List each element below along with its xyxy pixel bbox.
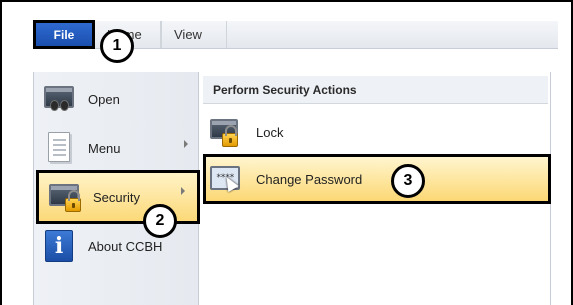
chevron-right-icon [181, 187, 185, 195]
chevron-right-icon [184, 140, 188, 148]
callout-2: 2 [143, 204, 177, 238]
menu-item-menu[interactable]: Menu [34, 126, 200, 170]
menu-item-security-label: Security [93, 189, 140, 205]
info-icon: i [42, 229, 76, 263]
action-change-password-label: Change Password [256, 171, 363, 187]
action-lock[interactable]: Lock [206, 110, 551, 154]
document-icon [42, 131, 76, 165]
menu-item-menu-label: Menu [88, 140, 121, 156]
menu-item-about[interactable]: i About CCBH [34, 224, 200, 268]
open-screen-icon [42, 82, 76, 116]
action-lock-label: Lock [256, 124, 284, 140]
menu-item-about-label: About CCBH [88, 238, 163, 254]
panel-title: Perform Security Actions [203, 76, 548, 104]
file-tab-label: File [53, 27, 75, 42]
tab-view-label: View [174, 27, 202, 42]
backstage-left-menu: Open Menu Security i About CCBH [33, 72, 200, 305]
file-tab[interactable]: File [33, 20, 95, 49]
callout-1: 1 [100, 29, 134, 63]
lock-icon [210, 117, 240, 147]
tab-view[interactable]: View [161, 21, 227, 48]
menu-item-open[interactable]: Open [34, 77, 200, 121]
security-actions-panel: Perform Security Actions Lock Change Pas… [200, 72, 551, 305]
menu-item-open-label: Open [88, 91, 120, 107]
action-change-password[interactable]: Change Password [203, 154, 551, 204]
security-lock-icon [47, 180, 81, 214]
change-password-icon [210, 164, 240, 194]
callout-3: 3 [391, 164, 425, 198]
